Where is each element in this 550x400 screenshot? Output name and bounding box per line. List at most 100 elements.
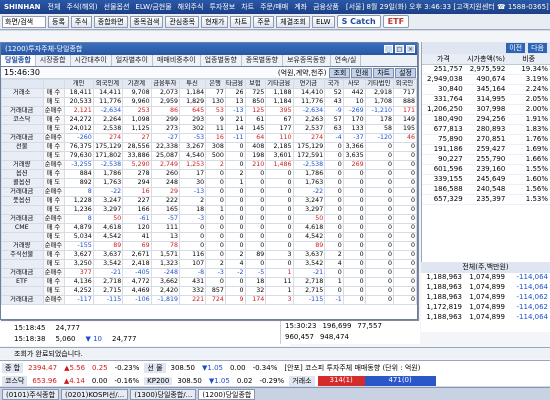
table-cell: 0	[324, 151, 344, 161]
table-cell: 53	[205, 106, 226, 116]
close-icon[interactable]: ×	[406, 45, 415, 53]
table-cell: 9,960	[122, 97, 152, 107]
table-cell: 9,708	[122, 88, 152, 98]
table-cell: 0	[392, 268, 418, 278]
menu-elw[interactable]: ELW/금현물	[132, 2, 174, 12]
task-stock-overview[interactable]: (0101)주식종합	[2, 388, 60, 400]
menu-all[interactable]: 전체	[45, 2, 64, 12]
task-daily-summary-1200[interactable]: (1200)당일종합	[198, 388, 256, 400]
table-cell: 2,715	[92, 286, 124, 296]
table-cell: -120	[364, 133, 394, 143]
table-row: 거래대금 순매수 -117 -115 -106 -1,819 221 724 9 174 3 -115…	[1, 295, 418, 305]
table-cell: 892	[64, 178, 94, 188]
table-cell: 33,886	[122, 151, 152, 161]
table-cell: 0	[224, 286, 246, 296]
current-price-button[interactable]: 현재가	[201, 15, 229, 28]
table-cell: 16	[205, 133, 226, 143]
table-cell: 52	[324, 88, 344, 98]
tab-daily-trend[interactable]: 일자별추이	[112, 55, 153, 66]
watchlist-button[interactable]: 관심종목	[165, 15, 200, 28]
row-type-label: 매 도	[42, 259, 66, 269]
table-cell: 442	[342, 88, 366, 98]
table-cell: 2	[178, 196, 207, 206]
table-cell: 0	[265, 232, 294, 242]
news-ticker[interactable]: [안포] 코스피 투자주체 매매동향 (단위 : 억원)	[282, 363, 422, 373]
overview-button[interactable]: 종합화면	[93, 15, 128, 28]
next-button[interactable]: 다음	[528, 43, 547, 53]
print-button[interactable]: 인쇄	[351, 67, 373, 78]
etf-button[interactable]: ETF	[382, 15, 410, 28]
tab-weight-trend[interactable]: 매매비중추이	[153, 55, 201, 66]
tab-stock[interactable]: 종목별동향	[242, 55, 283, 66]
row-type-label: 매 수	[42, 142, 66, 152]
table-row: 거래대금 순매수 -260 274 27 -27 -53 16 -11 64 110 274 -4 -37…	[1, 133, 418, 143]
maximize-icon[interactable]: □	[395, 45, 404, 53]
tab-continuous[interactable]: 연속/실	[331, 55, 362, 66]
tab-daily-summary[interactable]: 당일종합	[1, 55, 36, 66]
table-cell: 61	[244, 115, 267, 125]
row-type-label: 매 도	[42, 178, 66, 188]
menu-invest-info[interactable]: 투자정보	[206, 2, 238, 12]
column-header: 사모	[342, 79, 366, 89]
index-ticker: 종 합 2394.47 ▲5.56 0.25 -0.23% 선 물 308.50…	[0, 360, 550, 386]
market-cap-cell: 1.69%	[525, 145, 549, 153]
table-cell: 0	[244, 187, 267, 197]
register-button[interactable]: 등록	[48, 15, 69, 28]
market-cap-cell: 245,649	[476, 175, 506, 183]
stock-select[interactable]: 주식	[70, 15, 92, 28]
window-titlebar[interactable]: (1200)투자주체-당일종합 _ □ ×	[1, 43, 417, 55]
table-cell: -106	[122, 295, 152, 305]
tab-market-summary[interactable]: 시장종합	[36, 55, 71, 66]
execution-query-button[interactable]: 체결조회	[276, 15, 310, 28]
tab-sector[interactable]: 업종별동향	[201, 55, 242, 66]
table-cell: 2,715	[292, 286, 326, 296]
tab-hourly-trend[interactable]: 시간대추이	[71, 55, 112, 66]
futures-label: 선 물	[144, 362, 166, 373]
tick-row: 15:18:38 5,060 ▼ 10 24,777	[0, 333, 290, 344]
settings-button[interactable]: 설정	[395, 67, 416, 78]
table-cell: -21	[92, 268, 124, 278]
task-daily-summary-1300[interactable]: (1300)당일종합/...	[130, 388, 197, 400]
menu-chart[interactable]: 차트	[238, 2, 257, 12]
table-cell: 1,098	[122, 115, 152, 125]
stock-search-button[interactable]: 종목검색	[129, 15, 164, 28]
query-button[interactable]: 조회	[329, 67, 351, 78]
elw-button[interactable]: ELW	[311, 15, 335, 28]
table-body: 거래소 매 수 18,411 14,411 9,708 2,073 1,184 77 26 725…	[1, 88, 418, 305]
menu-stock[interactable]: 주식(해외)	[63, 2, 100, 12]
menu-order[interactable]: 주문/매매	[257, 2, 291, 12]
table-cell: 0	[392, 196, 418, 206]
table-cell: 1,763	[92, 178, 124, 188]
table-cell: -269	[342, 106, 366, 116]
row-type-label: 매 수	[42, 223, 66, 233]
task-kospi-futures[interactable]: (0201)KOSPI선/...	[61, 388, 129, 400]
order-button[interactable]: 주문	[253, 15, 275, 28]
menu-account[interactable]: 계좌	[291, 2, 310, 12]
table-cell: -2,634	[292, 106, 326, 116]
table-cell: 1	[205, 205, 226, 215]
scatch-button[interactable]: S Catch	[336, 15, 381, 28]
menu-finance[interactable]: 금융상품	[310, 2, 342, 12]
table-cell: 0	[265, 187, 294, 197]
table-cell: 302	[178, 124, 207, 134]
market-cap-cell: 490,674	[476, 75, 506, 83]
table-row: 매 도 5,034 4,542 41 13 0 0 0 0 0 4,542 0 0 0 0	[1, 232, 418, 242]
table-cell: 1	[324, 277, 344, 287]
table-cell: 0	[244, 196, 267, 206]
minimize-icon[interactable]: _	[384, 45, 393, 53]
status-bar: 조회가 완료되었습니다.	[0, 347, 550, 359]
row-type-label: 순매수	[42, 187, 66, 197]
chart-view-button[interactable]: 차트	[373, 67, 395, 78]
menu-overseas[interactable]: 해외주식	[175, 2, 207, 12]
market-cap-cell: 90,227	[438, 155, 463, 163]
prev-button[interactable]: 이전	[506, 43, 526, 53]
chart-button[interactable]: 차트	[230, 15, 252, 28]
menu-futures[interactable]: 선물옵션	[101, 2, 133, 12]
screen-search-input[interactable]: 화면/검색	[2, 15, 46, 28]
row-group-label	[1, 232, 44, 242]
toolbar: 화면/검색 등록 주식 종합화면 종목검색 관심종목 현재가 차트 주문 체결조…	[0, 14, 550, 30]
tab-holdings[interactable]: 보유종목동향	[283, 55, 331, 66]
row-group-label: 거래량	[1, 160, 44, 170]
table-row: 매 도 20,533 11,776 9,960 2,959 1,829 130 13 850 1,…	[1, 97, 418, 107]
market-cap-row: 2,949,038 490,674 3.19%	[422, 75, 550, 85]
